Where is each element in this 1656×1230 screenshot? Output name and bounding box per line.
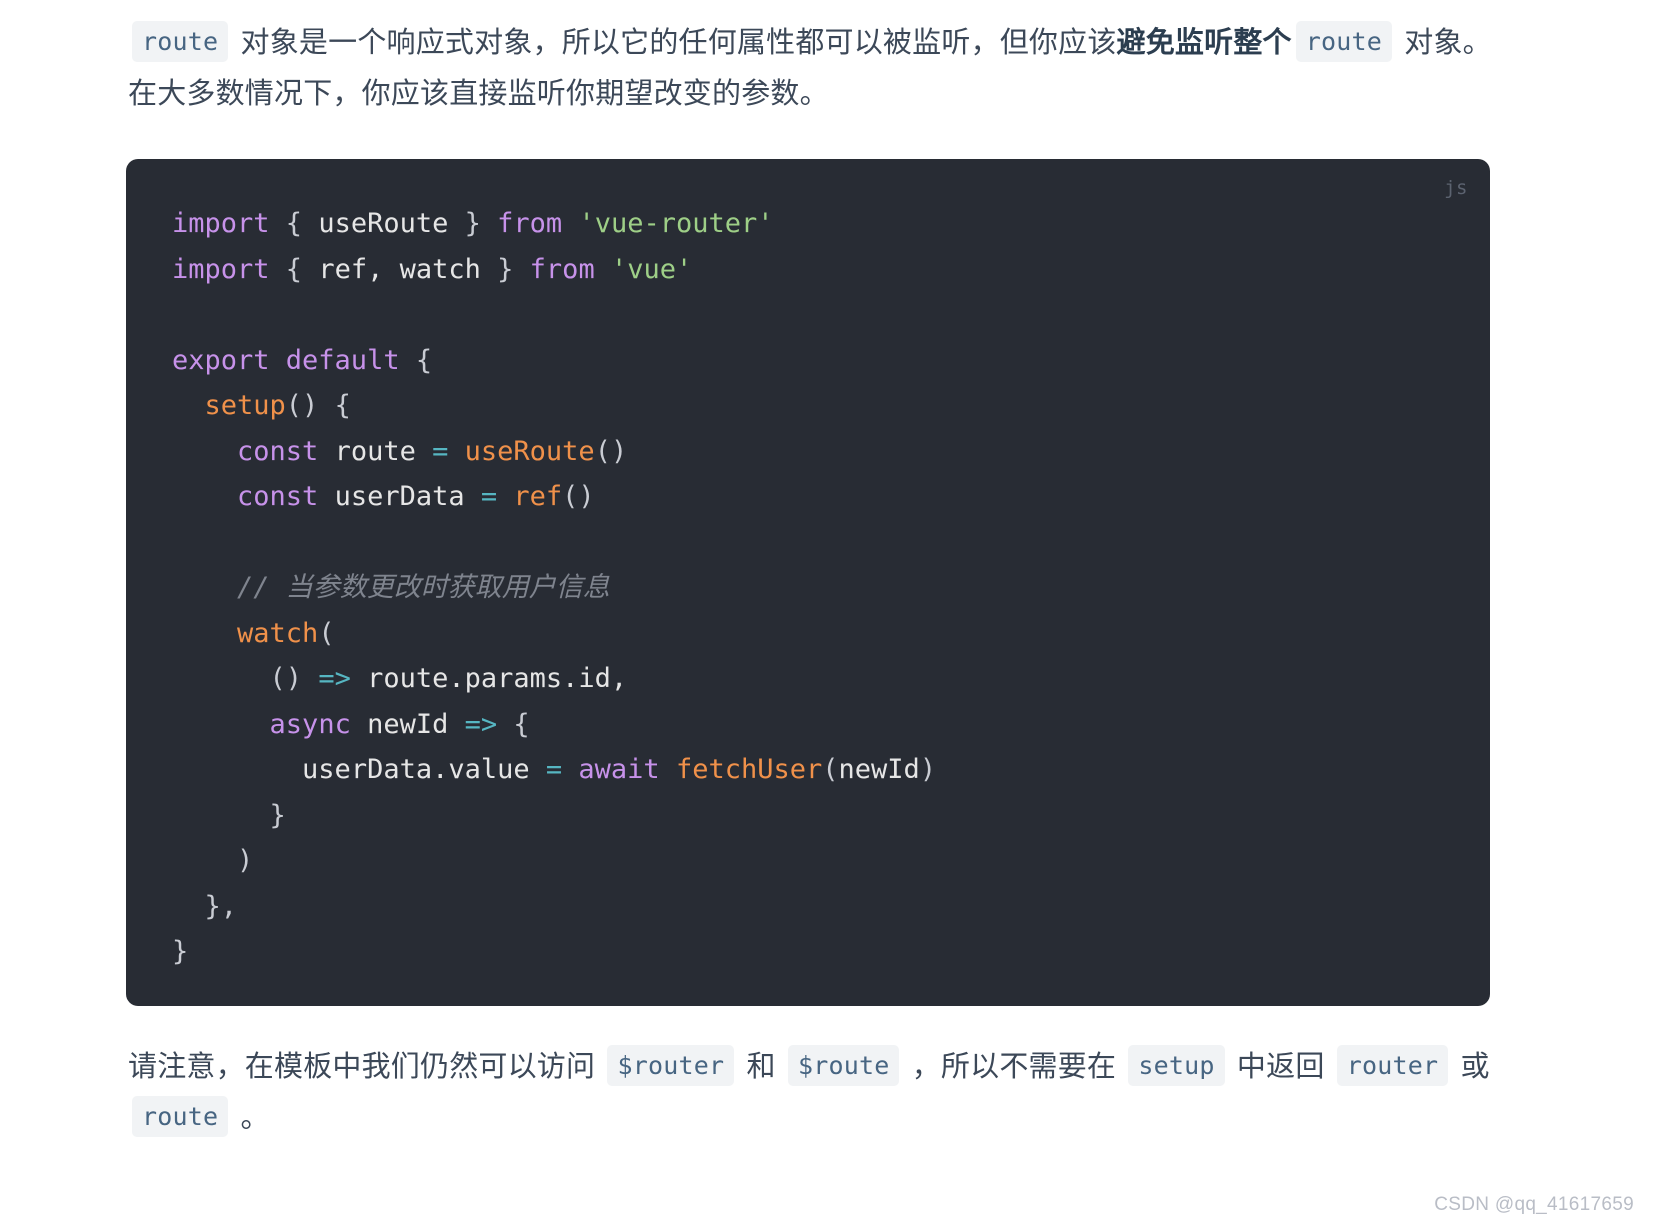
token-useroute-parens: () [594,435,628,467]
csdn-watermark: CSDN @qq_41617659 [1434,1194,1634,1215]
token-brace-2-open: { [269,253,319,285]
token-string-vue: 'vue' [594,253,693,285]
token-useroute-import: useRoute [318,208,449,239]
outro-text-1: 请注意，在模板中我们仍然可以访问 [128,1051,604,1083]
outro-text-5: 或 [1452,1051,1490,1083]
token-close-paren-watch: ) [237,845,254,876]
token-indent-getter [172,663,270,694]
token-arrow-1: => [318,663,351,694]
token-watch-paren: ( [318,617,335,649]
token-async-brace: { [497,708,530,740]
token-indent-close-setup [172,891,205,922]
token-route-var: route [318,435,433,467]
token-ref-parens: () [562,481,595,512]
token-indent-watch [172,618,237,649]
token-from-1: from [497,208,563,239]
token-string-vue-router: 'vue-router' [562,208,774,239]
token-arrow-2: => [464,708,498,740]
token-assign-3: = [545,754,563,785]
intro-strong-1: 避免监听整个 [1116,27,1292,59]
token-import-1: import [172,208,270,239]
intro-text-1: 对象是一个响应式对象，所以它的任何属性都可以被监听，但你应该 [232,27,1117,59]
token-ref-watch-import: ref, watch [318,253,481,285]
token-fetchuser-fn: fetchUser [659,754,823,785]
token-from-2: from [529,253,595,285]
token-getter-parens: () [269,663,319,694]
document-page: route 对象是一个响应式对象，所以它的任何属性都可以被监听，但你应该避免监听… [0,0,1656,1230]
token-route-params-id: route.params.id, [350,663,628,694]
token-assign-2: = [480,481,498,512]
token-indent-close-paren [172,845,237,876]
token-setup-rest: () { [285,390,351,421]
outro-text-3: ，所以不需要在 [903,1051,1125,1083]
token-close-setup: }, [204,890,238,922]
token-brace-2-close: } [480,253,530,285]
token-indent-comment [172,572,237,603]
token-import-2: import [172,253,270,285]
token-indent-close-brace [172,800,270,831]
token-const-2: const [237,481,319,512]
inline-code-router: router [1336,1045,1449,1087]
token-indent-const-userdata [172,481,237,512]
inline-code-route-2: route [1295,21,1392,63]
intro-paragraph: route 对象是一个响应式对象，所以它的任何属性都可以被监听，但你应该避免监听… [128,18,1492,120]
token-useroute-call: useRoute [448,435,595,467]
token-indent-setup [172,390,205,421]
outro-text-6: 。 [232,1101,270,1134]
inline-code-dollar-router: $router [607,1045,735,1087]
token-brace-1-close: } [448,208,498,239]
token-newid-param: newId [350,708,465,740]
code-content[interactable]: import { useRoute } from 'vue-router' im… [126,159,1490,1006]
token-brace-1-open: { [269,208,319,239]
outro-text-4: 中返回 [1228,1051,1333,1083]
token-indent-const-route [172,436,237,467]
token-async: async [269,708,351,740]
token-indent-assign [172,754,302,785]
token-brace-export: { [399,344,433,376]
inline-code-dollar-route: $route [787,1045,900,1087]
token-fetchuser-arg: newId [838,754,920,785]
token-comment: // 当参数更改时获取用户信息 [237,572,610,603]
token-watch-fn: watch [237,617,319,649]
token-close-brace-callback: } [269,799,286,831]
outro-text-2: 和 [738,1051,784,1083]
token-const-1: const [237,435,319,467]
token-export-default: export default [172,344,400,376]
inline-code-route-1: route [132,21,229,63]
token-ref-call: ref [497,481,563,512]
token-close-export: } [172,936,189,967]
token-await: await [562,754,660,785]
token-userdata-var: userData [318,481,481,512]
token-fetchuser-paren-close: ) [919,754,937,785]
token-assign-1: = [432,435,449,467]
token-setup-fn: setup [204,390,286,421]
token-userdata-value: userData.value [302,754,546,785]
outro-paragraph: 请注意，在模板中我们仍然可以访问 $router 和 $route ，所以不需要… [128,1042,1492,1144]
inline-code-route-3: route [132,1095,229,1137]
token-indent-async [172,709,270,740]
code-language-label: js [1444,177,1468,199]
inline-code-setup: setup [1128,1045,1225,1087]
code-block: js import { useRoute } from 'vue-router'… [126,159,1490,1006]
token-fetchuser-paren-open: ( [822,754,839,785]
